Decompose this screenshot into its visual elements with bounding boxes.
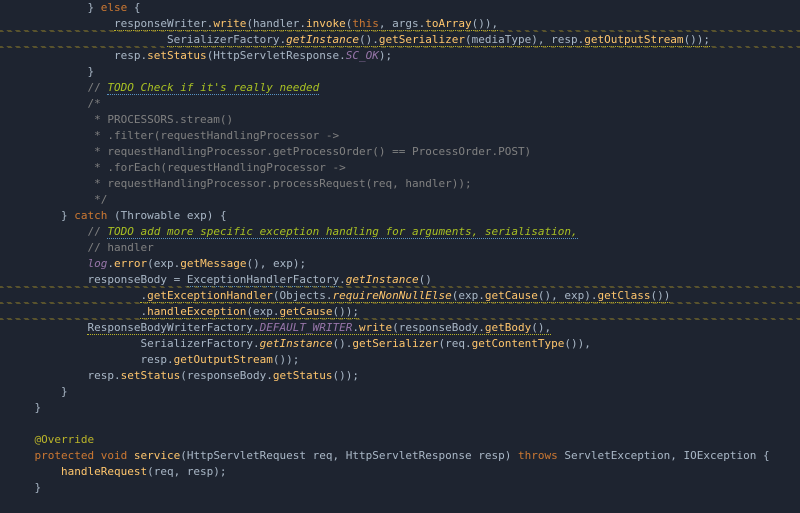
warning-stripe: [0, 286, 800, 288]
code-line[interactable]: // TODO Check if it's really needed: [8, 80, 800, 96]
warning-stripe: [0, 30, 800, 32]
code-line[interactable]: }: [8, 400, 800, 416]
warning-stripe: [0, 302, 800, 304]
code-line[interactable]: }: [8, 64, 800, 80]
code-line[interactable]: resp.setStatus(HttpServletResponse.SC_OK…: [8, 48, 800, 64]
code-line[interactable]: log.error(exp.getMessage(), exp);: [8, 256, 800, 272]
code-line[interactable]: /*: [8, 96, 800, 112]
code-line[interactable]: * .filter(requestHandlingProcessor ->: [8, 128, 800, 144]
code-line[interactable]: } else {: [8, 0, 800, 16]
code-line[interactable]: @Override: [8, 432, 800, 448]
code-line[interactable]: * requestHandlingProcessor.processReques…: [8, 176, 800, 192]
code-line[interactable]: // TODO add more specific exception hand…: [8, 224, 800, 240]
code-line[interactable]: // handler: [8, 240, 800, 256]
code-line[interactable]: } catch (Throwable exp) {: [8, 208, 800, 224]
code-line[interactable]: protected void service(HttpServletReques…: [8, 448, 800, 464]
code-line[interactable]: resp.getOutputStream());: [8, 352, 800, 368]
code-line[interactable]: * .forEach(requestHandlingProcessor ->: [8, 160, 800, 176]
code-line[interactable]: resp.setStatus(responseBody.getStatus())…: [8, 368, 800, 384]
code-line[interactable]: }: [8, 480, 800, 496]
code-line[interactable]: */: [8, 192, 800, 208]
code-line[interactable]: [8, 416, 800, 432]
code-editor[interactable]: } else { responseWriter.write(handler.in…: [0, 0, 800, 496]
warning-stripe: [0, 46, 800, 48]
warning-stripe: [0, 318, 800, 320]
code-line[interactable]: }: [8, 384, 800, 400]
code-line[interactable]: * PROCESSORS.stream(): [8, 112, 800, 128]
code-line[interactable]: SerializerFactory.getInstance().getSeria…: [8, 336, 800, 352]
code-line[interactable]: ResponseBodyWriterFactory.DEFAULT_WRITER…: [8, 320, 800, 336]
code-line[interactable]: * requestHandlingProcessor.getProcessOrd…: [8, 144, 800, 160]
code-line[interactable]: handleRequest(req, resp);: [8, 464, 800, 480]
